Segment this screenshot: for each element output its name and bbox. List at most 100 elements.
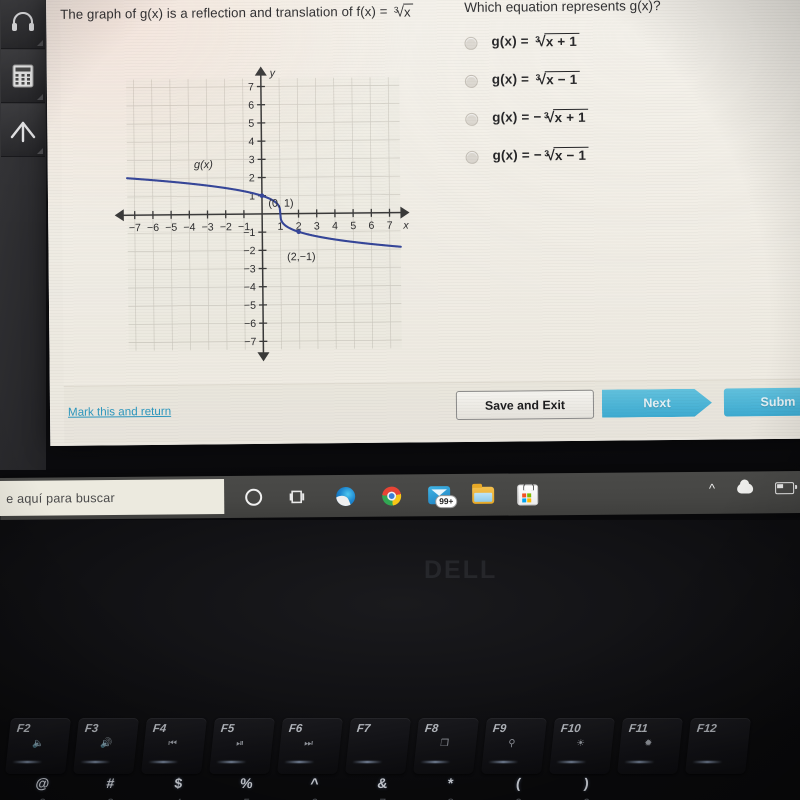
key-f10[interactable]: F10 ☀ — [549, 718, 615, 774]
sidebar-item-up-arrow[interactable] — [1, 104, 45, 157]
stem-radical-body: x — [402, 3, 413, 20]
browser-page: The graph of g(x) is a reflection and tr… — [46, 0, 800, 446]
store-sq-4 — [527, 497, 532, 502]
option-a-radical: 3√x + 1 — [533, 32, 580, 50]
x-tick-label: −7 — [129, 222, 141, 234]
option-c-negative: − — [533, 109, 542, 125]
y-tick-label: 3 — [249, 154, 255, 166]
edge-icon — [335, 486, 355, 506]
key-backlight — [624, 761, 655, 763]
next-button[interactable]: Next — [602, 389, 712, 418]
radio-button-d[interactable] — [465, 150, 479, 164]
battery-icon[interactable] — [775, 481, 795, 494]
store-sq-2 — [527, 492, 532, 497]
option-d-negative: − — [533, 147, 542, 163]
key-label: F10 — [560, 723, 582, 735]
marked-point — [296, 229, 301, 235]
option-c-lhs: g(x) = — [492, 109, 534, 125]
point-annotation: (0, 1) — [268, 198, 293, 210]
key-function-icon: ⚲ — [507, 738, 516, 749]
key-digit-2: 2 — [11, 796, 73, 800]
answer-label-b: g(x) = 3√x − 1 — [492, 70, 580, 89]
radio-button-b[interactable] — [464, 74, 478, 88]
mail-button[interactable]: 99+ — [422, 480, 458, 510]
key-function-icon: ⏮ — [167, 738, 178, 749]
save-and-exit-button[interactable]: Save and Exit — [455, 389, 595, 421]
stem-radical-index: 3 — [393, 4, 399, 15]
taskbar-search-input[interactable]: e aquí para buscar — [0, 479, 225, 517]
cortana-button[interactable] — [238, 482, 268, 512]
onedrive-cloud-icon[interactable] — [737, 482, 754, 494]
key-label: F9 — [492, 723, 507, 735]
key-f11[interactable]: F11 ✹ — [617, 718, 683, 774]
key-backlight — [556, 761, 587, 763]
key-digit-6: 6 — [283, 796, 345, 800]
key-f12[interactable]: F12 — [685, 718, 751, 774]
key-function-icon: 🔊 — [99, 738, 113, 749]
edge-button[interactable] — [330, 481, 360, 511]
option-d-radical: 3√x − 1 — [542, 146, 589, 164]
chrome-button[interactable] — [376, 480, 406, 510]
answer-label-c: g(x) = −3√x + 1 — [492, 108, 588, 127]
key-label: F8 — [424, 723, 439, 735]
answer-option-a[interactable]: g(x) = 3√x + 1 — [464, 31, 800, 72]
y-tick-label: 7 — [248, 81, 254, 93]
show-hidden-icons-chevron[interactable]: ^ — [709, 481, 715, 496]
radio-button-c[interactable] — [465, 112, 479, 126]
y-tick-label: 2 — [249, 172, 255, 184]
search-placeholder-text: e aquí para buscar — [6, 490, 115, 506]
key-label: F12 — [696, 723, 718, 735]
laptop-photo: The graph of g(x) is a reflection and tr… — [0, 0, 800, 800]
key-f3[interactable]: F3 🔊 — [73, 718, 139, 774]
function-graph: −7 −6 −5 −4 −3 −2 −1 1 2 3 4 5 6 7 −7 −6 −5 −4 −3 −2 −1 1 2 3 4 5… — [111, 60, 424, 373]
option-c-body: x + 1 — [553, 108, 588, 126]
key-f9[interactable]: F9 ⚲ — [481, 718, 547, 774]
key-digit-7: 7 — [351, 796, 413, 800]
key-backlight — [488, 761, 519, 763]
key-digit-4: 4 — [147, 796, 209, 800]
microsoft-store-button[interactable] — [512, 479, 542, 509]
mail-icon: 99+ — [428, 486, 458, 509]
key-backlight — [12, 761, 43, 763]
key-function-icon: ⏯ — [235, 738, 245, 749]
key-label: F2 — [16, 723, 31, 735]
key-f5[interactable]: F5 ⏯ — [209, 718, 275, 774]
key-f6[interactable]: F6 ⏭ — [277, 718, 343, 774]
mark-this-and-return-link[interactable]: Mark this and return — [68, 405, 171, 419]
option-a-body: x + 1 — [544, 32, 580, 50]
radio-button-a[interactable] — [464, 36, 478, 50]
key-f7[interactable]: F7 — [345, 718, 411, 774]
marked-point — [259, 193, 265, 199]
key-f2[interactable]: F2 🔈 — [5, 718, 71, 774]
sidebar-item-headphones[interactable] — [1, 0, 45, 49]
graph-svg: −7 −6 −5 −4 −3 −2 −1 1 2 3 4 5 6 7−7−6−5−4−3−2−112345… — [114, 66, 410, 362]
key-digit-3: 3 — [79, 796, 141, 800]
y-tick-label: 4 — [248, 136, 254, 148]
key-digit-9: 9 — [487, 796, 549, 800]
answer-option-d[interactable]: g(x) = −3√x − 1 — [465, 145, 800, 186]
up-arrow-icon — [10, 121, 36, 143]
task-view-icon — [289, 490, 304, 503]
x-tick-label: −6 — [147, 222, 159, 234]
axis-arrowhead — [257, 352, 270, 362]
file-explorer-button[interactable] — [468, 480, 498, 510]
key-f4[interactable]: F4 ⏮ — [141, 718, 207, 774]
store-sq-1 — [521, 492, 526, 497]
answer-option-c[interactable]: g(x) = −3√x + 1 — [465, 107, 800, 148]
task-view-button[interactable] — [282, 481, 312, 511]
key-digit-8: 8 — [419, 796, 481, 800]
key-corner-notch — [37, 40, 43, 46]
y-tick-label: 5 — [248, 118, 254, 130]
y-tick-label: −3 — [244, 263, 256, 275]
x-tick-label: 3 — [314, 220, 320, 232]
x-tick-label: −2 — [220, 221, 232, 233]
key-f8[interactable]: F8 ❐ — [413, 718, 479, 774]
sidebar-item-calculator[interactable] — [1, 50, 45, 103]
system-tray: ^ — [709, 481, 795, 496]
answer-option-b[interactable]: g(x) = 3√x − 1 — [464, 69, 800, 110]
key-digit-5: 5 — [215, 796, 277, 800]
x-tick-label: 6 — [368, 220, 374, 232]
submit-button[interactable]: Subm — [723, 387, 800, 417]
axis-arrowhead — [114, 209, 124, 222]
option-d-body: x − 1 — [553, 146, 589, 164]
